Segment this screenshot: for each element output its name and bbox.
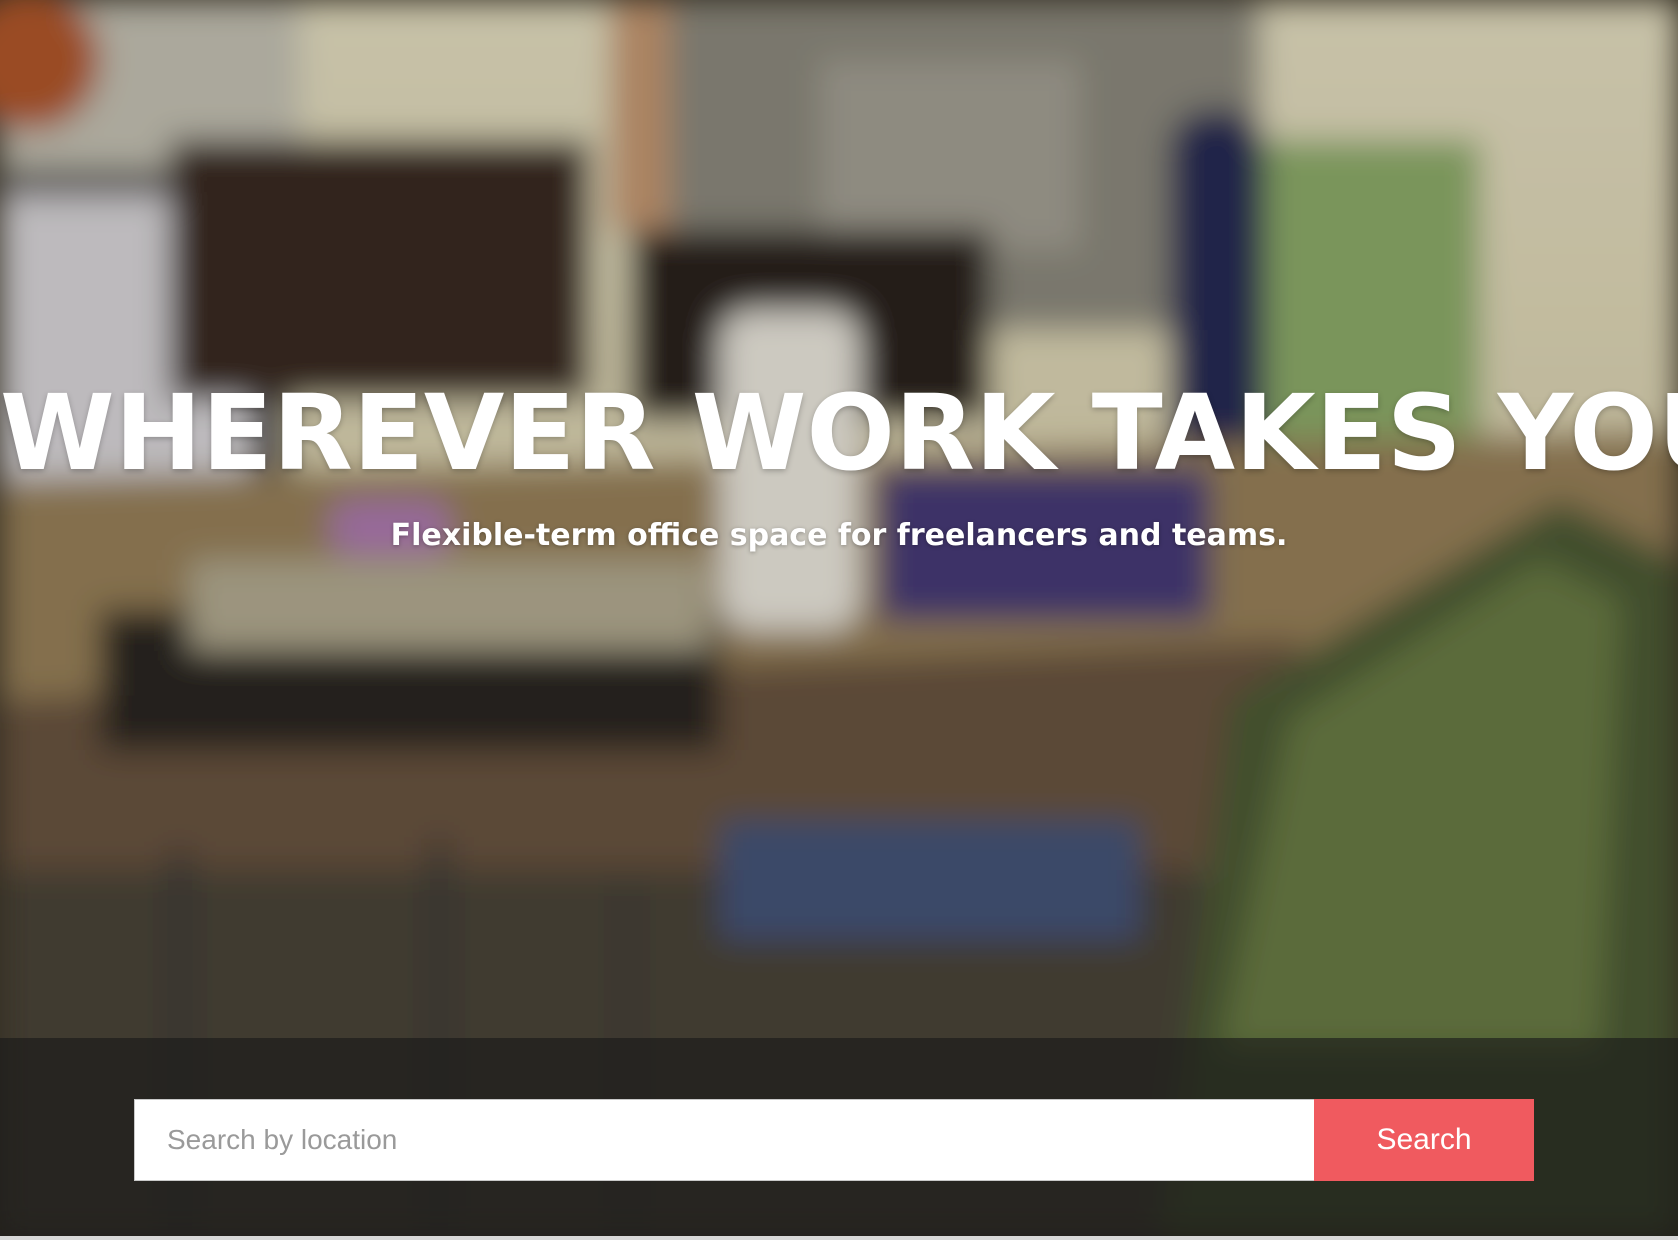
- hero-section: WHEREVER WORK TAKES YOU Flexible-term of…: [0, 0, 1678, 1236]
- hero-subtitle: Flexible-term office space for freelance…: [390, 518, 1288, 553]
- hero-title: WHEREVER WORK TAKES YOU: [0, 372, 1678, 494]
- location-search-form: Search: [134, 1099, 1534, 1181]
- bottom-divider: [0, 1236, 1678, 1240]
- location-search-input[interactable]: [134, 1099, 1314, 1181]
- search-button[interactable]: Search: [1314, 1099, 1534, 1181]
